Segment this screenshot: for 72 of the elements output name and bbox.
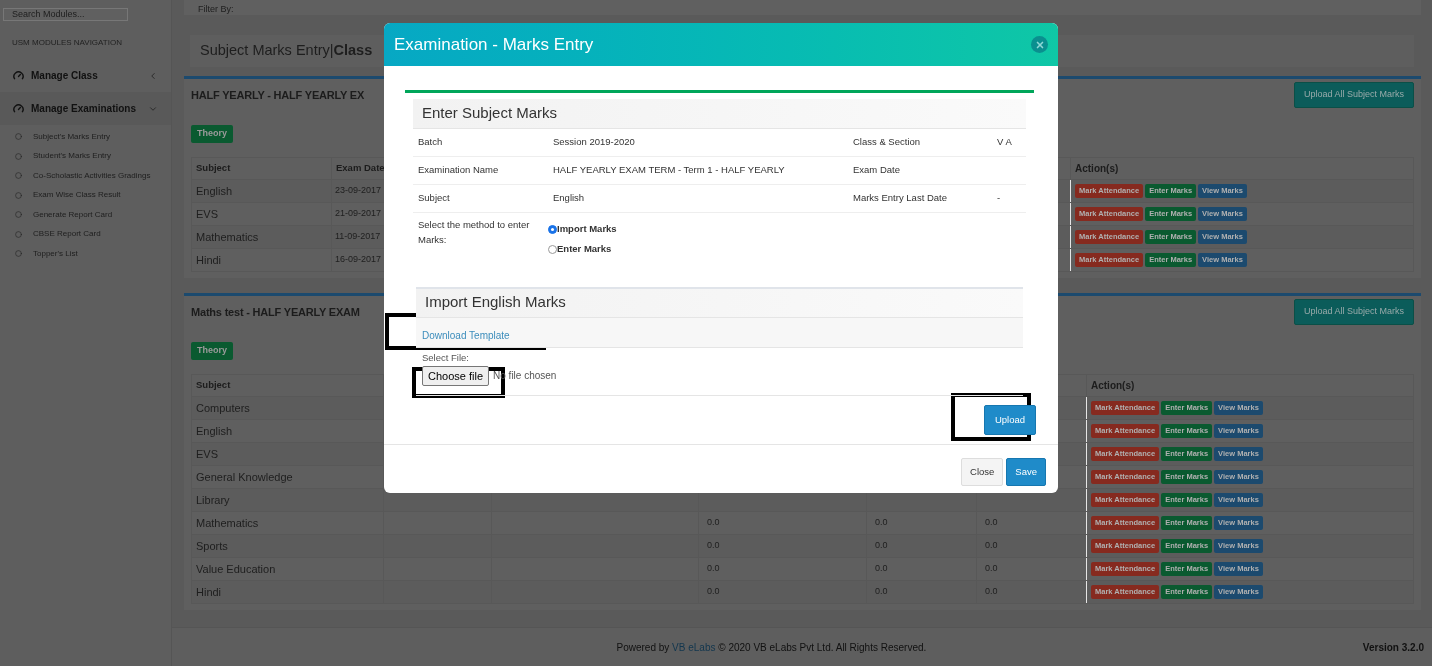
table-cell: 11-09-2017 [335,230,381,244]
table-cell: 21-09-2017 [335,207,382,221]
page-title: Subject Marks Entry|Class [200,41,373,61]
circle-icon [15,230,22,238]
table-cell: 23-09-2017 [335,184,382,198]
method-radio[interactable]: Enter Marks [548,242,1026,257]
table-cell-text: Library [196,492,230,508]
close-icon[interactable] [1031,36,1048,53]
circle-icon [15,191,22,199]
table-cell-text: Value Education [196,561,276,577]
column-header: Subject [196,161,231,176]
circle-icon [15,211,22,219]
dialog-button[interactable]: Save [1006,457,1046,486]
download-template-link[interactable]: Download Template [422,327,510,343]
method-label: Select the method to enter Marks: [417,218,531,247]
detail-label: Exam Date [848,157,992,185]
copyright-text: Powered by VB eLabs © 2020 VB eLabs Pvt Ltd. All Rights Reserved. [615,640,928,655]
nav-group-label: Manage Class [31,69,99,83]
nav-group-label: Manage Examinations [31,102,138,116]
dashboard-icon [13,70,24,81]
theory-badge: Theory [191,125,233,143]
dashboard-icon [13,103,24,114]
table-cell-text: Mathematics [196,515,259,531]
section-title: Import English Marks [425,292,566,313]
circle-icon [15,172,22,180]
table-cell-text: Computers [196,400,250,416]
nav-header: USM MODULES NAVIGATION [12,37,123,49]
version-label: Version 3.2.0 [1362,640,1424,655]
detail-label: Marks Entry Last Date [848,185,992,213]
upload-all-button[interactable]: Upload All Subject Marks [1293,82,1414,108]
table-cell-text: Hindi [196,584,222,600]
table-cell-text: English [196,423,233,439]
choose-file-button[interactable]: Choose file [422,365,490,386]
panel-title: HALF YEARLY - HALF YEARLY EX [191,87,365,103]
circle-icon [15,133,22,141]
upload-button[interactable]: Upload [983,404,1036,435]
detail-label: Batch [413,129,548,157]
search-field[interactable]: Search Modules... [3,7,128,21]
table-cell-text: English [196,183,233,199]
column-header: Action(s) [1091,379,1135,393]
detail-value: V A [992,129,1026,157]
table-cell-text: EVS [196,206,218,222]
table-cell-text: General Knowledge [196,469,293,485]
table-cell-text: EVS [196,446,218,462]
table-cell-text: Hindi [196,252,222,268]
dialog-button[interactable]: Close [961,457,1004,486]
method-radio[interactable]: Import Marks [548,222,1026,237]
detail-value: English [548,185,848,213]
detail-label: Class & Section [848,129,992,157]
detail-label: Subject [413,185,548,213]
detail-value: HALF YEARLY EXAM TERM - Term 1 - HALF YEARLY [548,157,848,185]
column-header: Exam Date [336,161,385,176]
filter-label: Filter By: [198,4,234,14]
detail-label: Examination Name [413,157,548,185]
file-label: Select File: [422,352,470,363]
nav-group[interactable]: Manage Class [0,59,171,92]
nav-group[interactable]: Manage Examinations [0,92,171,125]
chevron-left-icon [148,70,158,81]
circle-icon [15,250,22,258]
column-header: Action(s) [1075,162,1119,176]
dialog-title: Examination - Marks Entry [394,33,594,56]
upload-all-button[interactable]: Upload All Subject Marks [1293,299,1414,325]
column-header: Subject [196,378,231,393]
circle-icon [15,152,22,160]
theory-badge: Theory [191,342,233,360]
panel-title: Maths test - HALF YEARLY EXAM [191,304,360,320]
detail-value: - [992,185,1026,213]
table-cell: 16-09-2017 [335,253,382,267]
detail-value: Session 2019-2020 [548,129,848,157]
section-title: Enter Subject Marks [422,103,558,124]
table-cell-text: Sports [196,538,228,554]
table-cell-text: Mathematics [196,229,259,245]
